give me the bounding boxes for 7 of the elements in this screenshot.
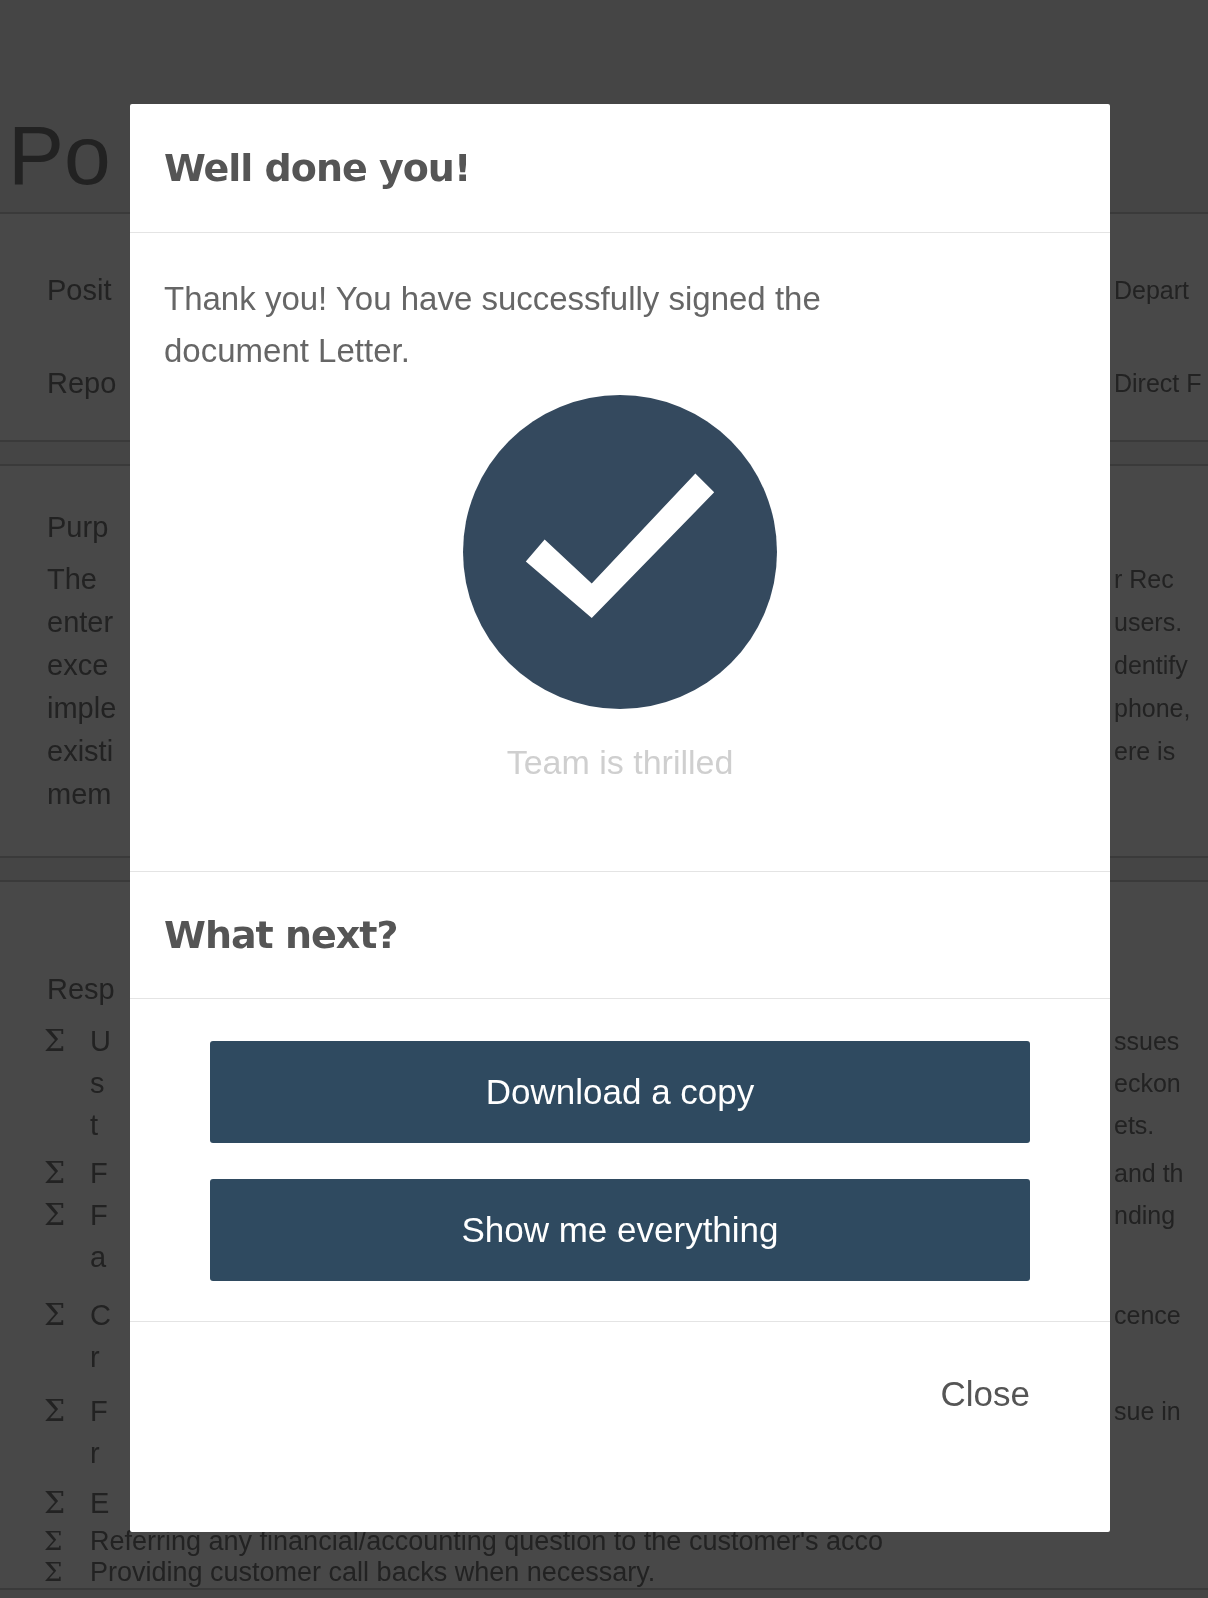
action-button[interactable]: Show me everything [210,1179,1030,1281]
close-button[interactable]: Close [940,1366,1030,1422]
action-button[interactable]: Download a copy [210,1041,1030,1143]
message-text: Thank you! You have successfully signed the document Letter. [164,279,822,371]
dialog-title: Well done you! [164,146,471,190]
checkmark-icon [463,395,777,709]
section-heading: What next? [164,913,398,957]
